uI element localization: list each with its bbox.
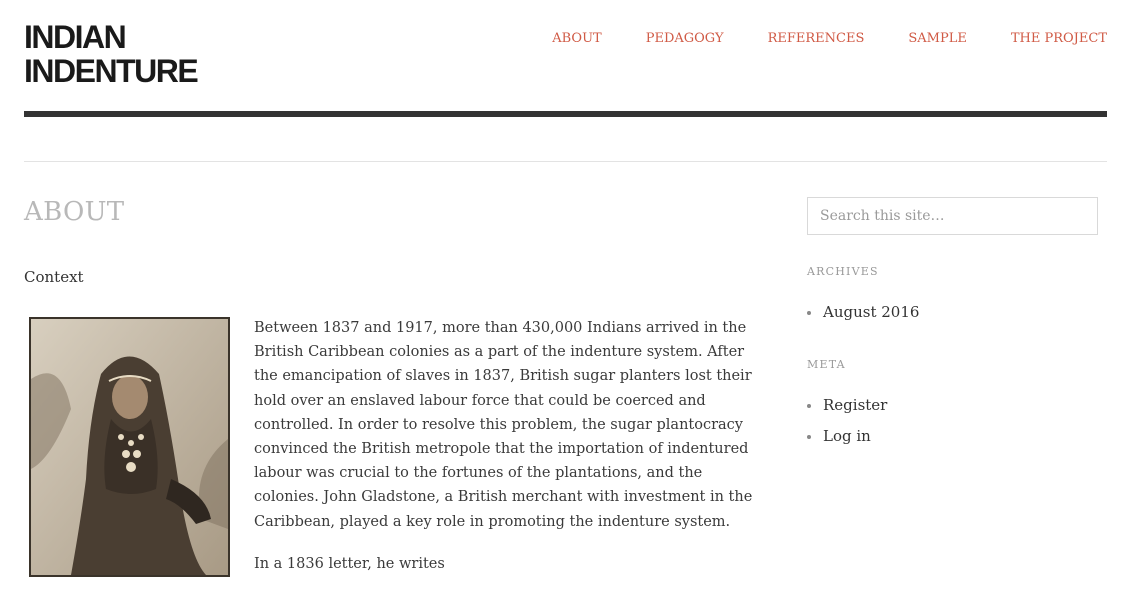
- login-link[interactable]: Log in: [823, 427, 871, 445]
- archives-list: August 2016: [807, 297, 919, 328]
- main-nav: About Pedagogy References Sample The Pro…: [552, 31, 1107, 46]
- search-input[interactable]: [807, 197, 1098, 235]
- site-title-line-1[interactable]: Indian: [24, 20, 197, 54]
- archive-link-august-2016[interactable]: August 2016: [823, 303, 919, 321]
- paragraph-1: Between 1837 and 1917, more than 430,000…: [254, 320, 753, 530]
- content-divider: [24, 161, 1107, 162]
- nav-pedagogy[interactable]: Pedagogy: [646, 31, 724, 46]
- archive-item: August 2016: [807, 297, 919, 328]
- nav-the-project[interactable]: The Project: [1011, 31, 1107, 46]
- header-divider: [24, 111, 1107, 117]
- article-body: Between 1837 and 1917, more than 430,000…: [254, 316, 764, 594]
- nav-sample[interactable]: Sample: [908, 31, 966, 46]
- meta-item: Log in: [807, 421, 887, 452]
- register-link[interactable]: Register: [823, 396, 887, 414]
- meta-heading: Meta: [807, 358, 846, 371]
- site-logo[interactable]: Indian Indenture: [24, 20, 199, 88]
- nav-about[interactable]: About: [552, 31, 601, 46]
- paragraph-2: In a 1836 letter, he writes: [254, 555, 445, 572]
- page-title: About: [24, 197, 125, 227]
- meta-item: Register: [807, 390, 887, 421]
- portrait-photo: [29, 317, 230, 577]
- archives-heading: Archives: [807, 265, 879, 278]
- meta-list: Register Log in: [807, 390, 887, 452]
- section-heading-context: Context: [24, 268, 84, 286]
- nav-references[interactable]: References: [768, 31, 865, 46]
- site-title-line-2[interactable]: Indenture: [24, 54, 199, 88]
- site-header: Indian Indenture About Pedagogy Referenc…: [0, 0, 1140, 118]
